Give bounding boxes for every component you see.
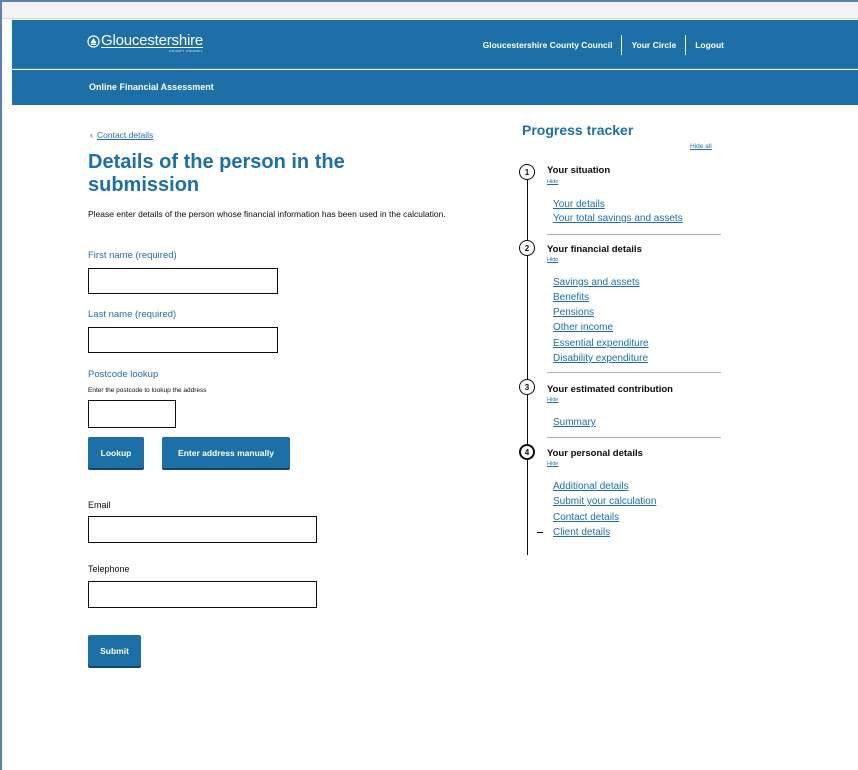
lookup-button[interactable]: Lookup [88, 437, 144, 468]
postcode-label: Postcode lookup [88, 369, 159, 380]
hide-all-link[interactable]: Hide all [690, 143, 712, 150]
nav-separator [621, 35, 623, 55]
page-title: Details of the person in the submission [88, 151, 345, 196]
tracker-link-benefits[interactable]: Benefits [553, 292, 589, 303]
step-title-your-situation: Your situation [547, 165, 611, 176]
step-title-estimated-contribution: Your estimated contribution [547, 384, 673, 395]
tracker-link-savings-assets[interactable]: Savings and assets [553, 277, 640, 288]
site-header: Gloucestershire COUNTY COUNCIL Glouceste… [12, 20, 858, 69]
tracker-link-pensions[interactable]: Pensions [553, 307, 594, 318]
tracker-link-other-income[interactable]: Other income [553, 322, 613, 333]
first-name-label: First name (required) [88, 250, 177, 261]
tracker-link-summary[interactable]: Summary [553, 417, 596, 428]
tracker-link-essential-expenditure[interactable]: Essential expenditure [553, 338, 649, 349]
telephone-field[interactable] [88, 581, 317, 608]
nav-logout-link[interactable]: Logout [695, 40, 724, 50]
step-hide-link[interactable]: Hide [547, 179, 558, 185]
step-divider [547, 372, 721, 373]
nav-your-circle-link[interactable]: Your Circle [631, 40, 676, 50]
step-title-personal-details: Your personal details [547, 448, 643, 459]
step-title-financial-details: Your financial details [547, 244, 642, 255]
last-name-label: Last name (required) [88, 309, 177, 320]
step-hide-link[interactable]: Hide [547, 257, 558, 263]
tracker-link-additional-details[interactable]: Additional details [553, 481, 629, 492]
window-frame-left [0, 0, 2, 770]
nav-county-council-link[interactable]: Gloucestershire County Council [483, 40, 613, 50]
last-name-field[interactable] [88, 327, 278, 353]
step-number-4: 4 [519, 444, 535, 460]
header-nav: Gloucestershire County Council Your Circ… [483, 35, 724, 55]
step-hide-link[interactable]: Hide [547, 397, 558, 403]
step-number-2: 2 [519, 240, 535, 256]
logo-name: Gloucestershire [101, 32, 204, 49]
browser-strip [2, 2, 858, 19]
telephone-label: Telephone [88, 564, 130, 574]
step-number-3: 3 [519, 379, 535, 395]
tracker-link-contact-details[interactable]: Contact details [553, 512, 619, 523]
tracker-link-client-details[interactable]: Client details [553, 527, 610, 538]
chevron-left-icon: ‹ [90, 130, 93, 140]
nav-separator [685, 35, 687, 55]
back-link-label[interactable]: Contact details [97, 130, 153, 140]
step-divider [547, 234, 721, 235]
back-link[interactable]: ‹ Contact details [90, 130, 153, 140]
crest-icon [87, 35, 100, 48]
postcode-field[interactable] [88, 400, 176, 428]
enter-address-manually-button[interactable]: Enter address manually [162, 437, 290, 468]
tracker-link-your-details[interactable]: Your details [553, 199, 605, 210]
current-page-marker [537, 532, 543, 533]
tracker-line [527, 170, 528, 555]
submit-button[interactable]: Submit [88, 635, 141, 666]
step-number-1: 1 [519, 164, 535, 180]
step-divider [547, 437, 721, 438]
tracker-link-total-savings[interactable]: Your total savings and assets [553, 213, 683, 224]
gloucestershire-logo[interactable]: Gloucestershire COUNTY COUNCIL [87, 33, 203, 53]
service-bar: Online Financial Assessment [12, 70, 858, 105]
service-title: Online Financial Assessment [89, 82, 214, 92]
tracker-link-disability-expenditure[interactable]: Disability expenditure [553, 353, 648, 364]
first-name-field[interactable] [88, 268, 278, 294]
tracker-link-submit-calculation[interactable]: Submit your calculation [553, 496, 656, 507]
step-hide-link[interactable]: Hide [547, 461, 558, 467]
logo-subtext: COUNTY COUNCIL [169, 49, 204, 53]
email-field[interactable] [88, 516, 317, 543]
intro-text: Please enter details of the person whose… [88, 209, 446, 219]
progress-tracker-title: Progress tracker [522, 122, 634, 138]
postcode-hint: Enter the postcode to lookup the address [88, 387, 207, 394]
email-label: Email [88, 500, 111, 510]
